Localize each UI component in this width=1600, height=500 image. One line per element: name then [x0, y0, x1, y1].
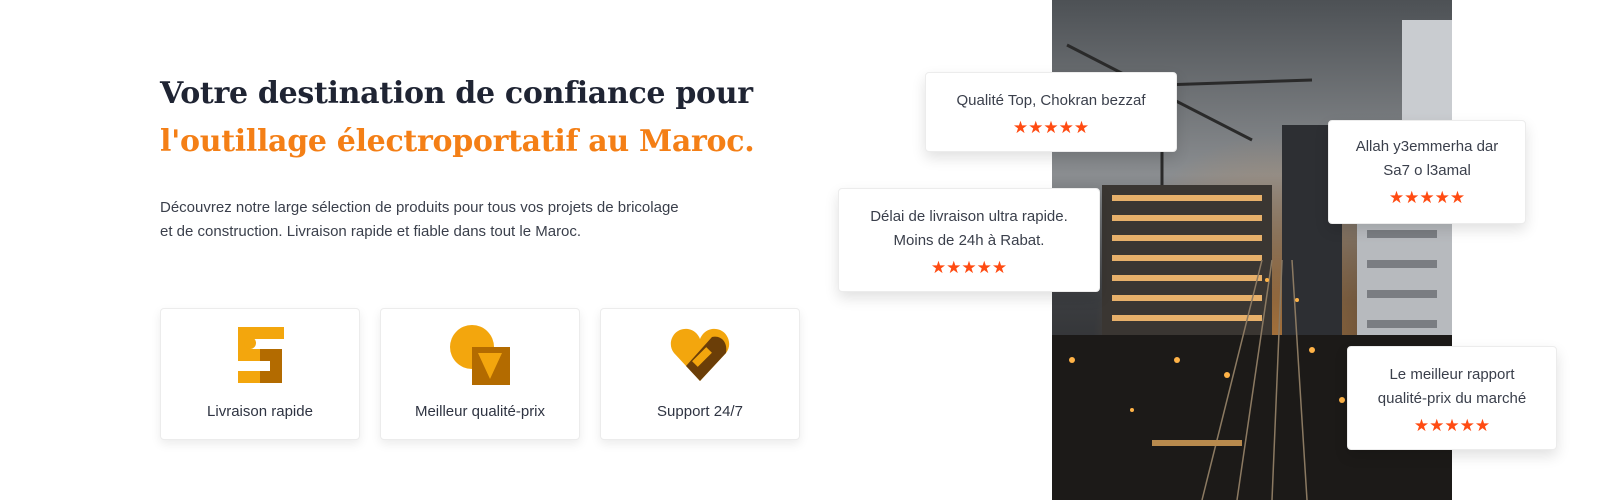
review-text-line-1: Allah y3emmerha dar: [1355, 138, 1499, 155]
feature-cards: Livraison rapide Meilleur qualité-prix S…: [160, 308, 800, 440]
review-card: Allah y3emmerha dar Sa7 o l3amal ★★★★★: [1328, 120, 1526, 224]
review-text-line-2: Moins de 24h à Rabat.: [893, 232, 1045, 249]
review-card: Qualité Top, Chokran bezzaf ★★★★★: [925, 72, 1177, 152]
five-star-rating-icon: ★★★★★: [930, 258, 1008, 277]
review-card: Délai de livraison ultra rapide. Moins d…: [838, 188, 1100, 292]
review-card: Le meilleur rapport qualité-prix du marc…: [1347, 346, 1557, 450]
review-text-line-1: Le meilleur rapport: [1389, 366, 1515, 383]
hero-headline: Votre destination de confiance pour l'ou…: [160, 70, 820, 166]
five-star-rating-icon: ★★★★★: [1388, 188, 1466, 207]
s-logo-icon: [238, 327, 284, 383]
five-star-rating-icon: ★★★★★: [1012, 118, 1090, 137]
feature-label: Support 24/7: [657, 403, 743, 420]
feature-label: Livraison rapide: [207, 403, 313, 420]
feature-label: Meilleur qualité-prix: [414, 403, 546, 420]
review-text-line-1: Délai de livraison ultra rapide.: [870, 208, 1068, 225]
feature-card-support[interactable]: Support 24/7: [600, 308, 800, 440]
headline-line-1: Votre destination de confiance pour: [160, 76, 753, 111]
hero-section: Votre destination de confiance pour l'ou…: [160, 70, 820, 244]
headline-line-2-accent: l'outillage électroportatif au Maroc.: [160, 124, 755, 159]
feature-card-qualite[interactable]: Meilleur qualité-prix: [380, 308, 580, 440]
review-text: Qualité Top, Chokran bezzaf: [956, 92, 1146, 109]
review-text-line-2: Sa7 o l3amal: [1383, 162, 1471, 179]
hero-description: Découvrez notre large sélection de produ…: [160, 199, 679, 240]
review-text-line-2: qualité-prix du marché: [1377, 390, 1527, 407]
feature-card-livraison[interactable]: Livraison rapide: [160, 308, 360, 440]
five-star-rating-icon: ★★★★★: [1413, 416, 1491, 435]
quality-badge-icon: [450, 325, 510, 385]
heart-support-icon: [670, 328, 730, 381]
